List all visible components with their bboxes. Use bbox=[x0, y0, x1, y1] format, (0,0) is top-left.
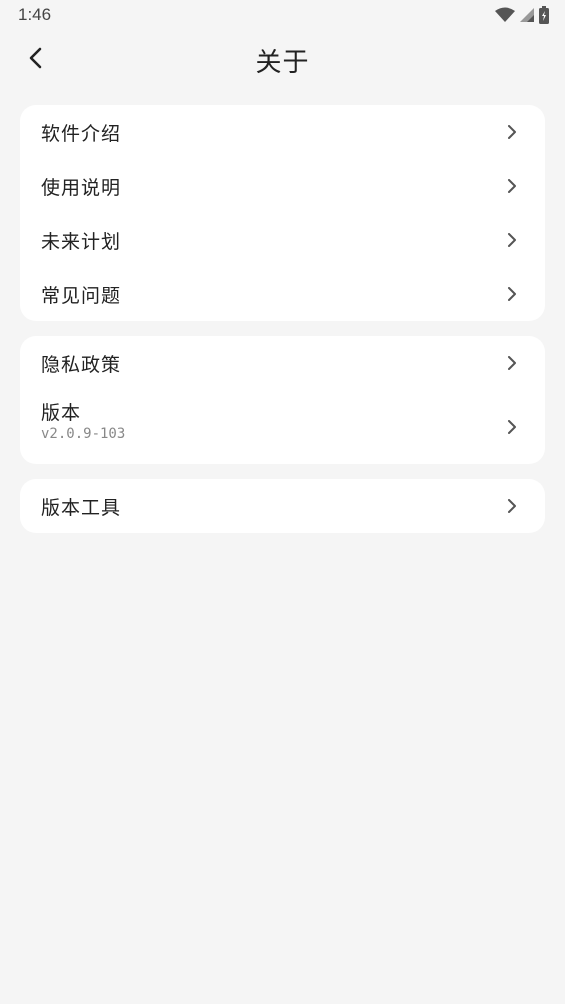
menu-item-label: 版本工具 bbox=[41, 496, 122, 519]
chevron-right-icon bbox=[508, 179, 516, 193]
battery-icon bbox=[539, 6, 549, 24]
menu-item-version[interactable]: 版本 v2.0.9-103 bbox=[20, 390, 545, 464]
settings-group-general: 软件介绍 使用说明 未来计划 常见问题 bbox=[20, 105, 545, 321]
menu-item-future-plans[interactable]: 未来计划 bbox=[20, 213, 545, 267]
menu-item-privacy-policy[interactable]: 隐私政策 bbox=[20, 336, 545, 390]
chevron-right-icon bbox=[508, 356, 516, 370]
chevron-right-icon bbox=[508, 125, 516, 139]
signal-icon bbox=[520, 8, 534, 22]
status-bar: 1:46 bbox=[0, 0, 565, 30]
status-time: 1:46 bbox=[18, 5, 52, 24]
chevron-right-icon bbox=[508, 499, 516, 513]
version-number: v2.0.9-103 bbox=[41, 426, 126, 442]
wifi-icon bbox=[495, 7, 515, 22]
app-bar: 关于 bbox=[0, 30, 565, 86]
menu-item-label: 软件介绍 bbox=[41, 122, 122, 145]
menu-item-label: 常见问题 bbox=[41, 284, 122, 307]
chevron-right-icon bbox=[508, 233, 516, 247]
menu-item-label: 使用说明 bbox=[41, 176, 122, 199]
status-icons bbox=[495, 6, 549, 24]
settings-group-tools: 版本工具 bbox=[20, 479, 545, 533]
menu-item-faq[interactable]: 常见问题 bbox=[20, 267, 545, 321]
menu-item-label: 版本 bbox=[41, 402, 82, 424]
menu-item-version-tools[interactable]: 版本工具 bbox=[20, 479, 545, 533]
chevron-right-icon bbox=[508, 287, 516, 301]
page-title: 关于 bbox=[255, 48, 310, 78]
settings-group-legal: 隐私政策 版本 v2.0.9-103 bbox=[20, 336, 545, 464]
chevron-right-icon bbox=[508, 420, 516, 434]
menu-item-label: 未来计划 bbox=[41, 230, 122, 253]
menu-item-label: 隐私政策 bbox=[41, 353, 122, 376]
menu-item-usage-guide[interactable]: 使用说明 bbox=[20, 159, 545, 213]
menu-item-software-intro[interactable]: 软件介绍 bbox=[20, 105, 545, 159]
